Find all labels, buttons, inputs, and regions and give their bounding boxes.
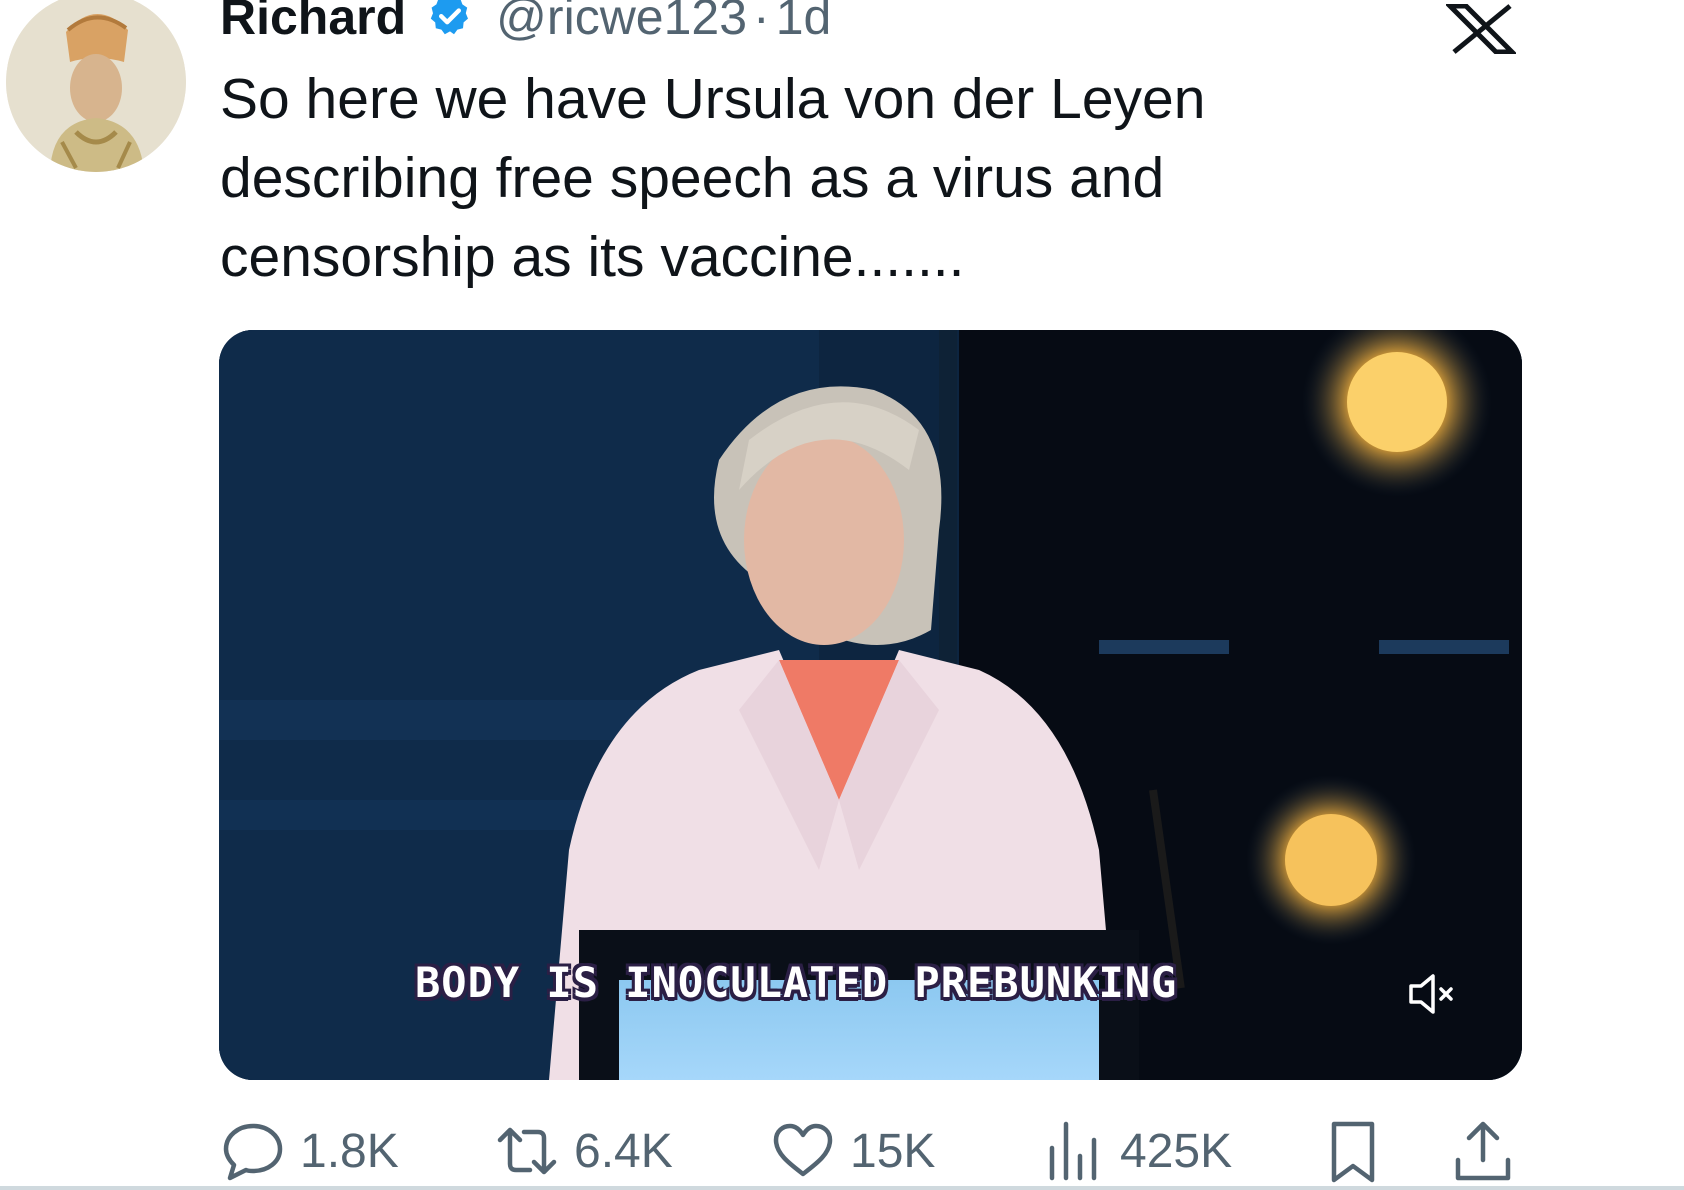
tweet-header: Richard @ricwe123 · 1d <box>220 0 831 52</box>
tweet-text-line: censorship as its vaccine....... <box>220 225 965 289</box>
tweet-text-line: describing free speech as a virus and <box>220 146 1165 210</box>
x-logo-icon <box>1443 3 1519 55</box>
separator-dot: · <box>753 0 770 45</box>
bookmark-button[interactable] <box>1320 1116 1386 1186</box>
reply-count: 1.8K <box>300 1124 399 1178</box>
repost-button[interactable]: 6.4K <box>494 1116 673 1186</box>
video-caption: BODY IS INOCULATED PREBUNKING <box>415 958 1178 1007</box>
tweet-actions: 1.8K 6.4K 15K 425K <box>0 1116 1684 1186</box>
mute-icon[interactable] <box>1405 968 1461 1020</box>
like-button[interactable]: 15K <box>770 1116 935 1186</box>
avatar[interactable] <box>6 0 186 172</box>
like-icon <box>770 1118 836 1184</box>
bookmark-icon <box>1320 1118 1386 1184</box>
divider <box>0 1186 1684 1190</box>
tweet-text-line: So here we have Ursula von der Leyen <box>220 67 1206 131</box>
tweet-text: So here we have Ursula von der Leyen des… <box>220 60 1520 297</box>
reply-icon <box>220 1118 286 1184</box>
views-icon <box>1040 1118 1106 1184</box>
timestamp[interactable]: 1d <box>776 0 832 46</box>
like-count: 15K <box>850 1124 936 1178</box>
repost-icon <box>494 1118 560 1184</box>
share-button[interactable] <box>1450 1116 1516 1186</box>
views-count: 425K <box>1120 1124 1233 1178</box>
verified-badge-icon <box>426 0 474 41</box>
reply-button[interactable]: 1.8K <box>220 1116 399 1186</box>
video-player[interactable]: BODY IS INOCULATED PREBUNKING <box>219 330 1522 1080</box>
user-handle[interactable]: @ricwe123 <box>496 0 747 46</box>
share-icon <box>1450 1118 1516 1184</box>
repost-count: 6.4K <box>574 1124 673 1178</box>
views-button[interactable]: 425K <box>1040 1116 1232 1186</box>
display-name[interactable]: Richard <box>220 0 406 46</box>
